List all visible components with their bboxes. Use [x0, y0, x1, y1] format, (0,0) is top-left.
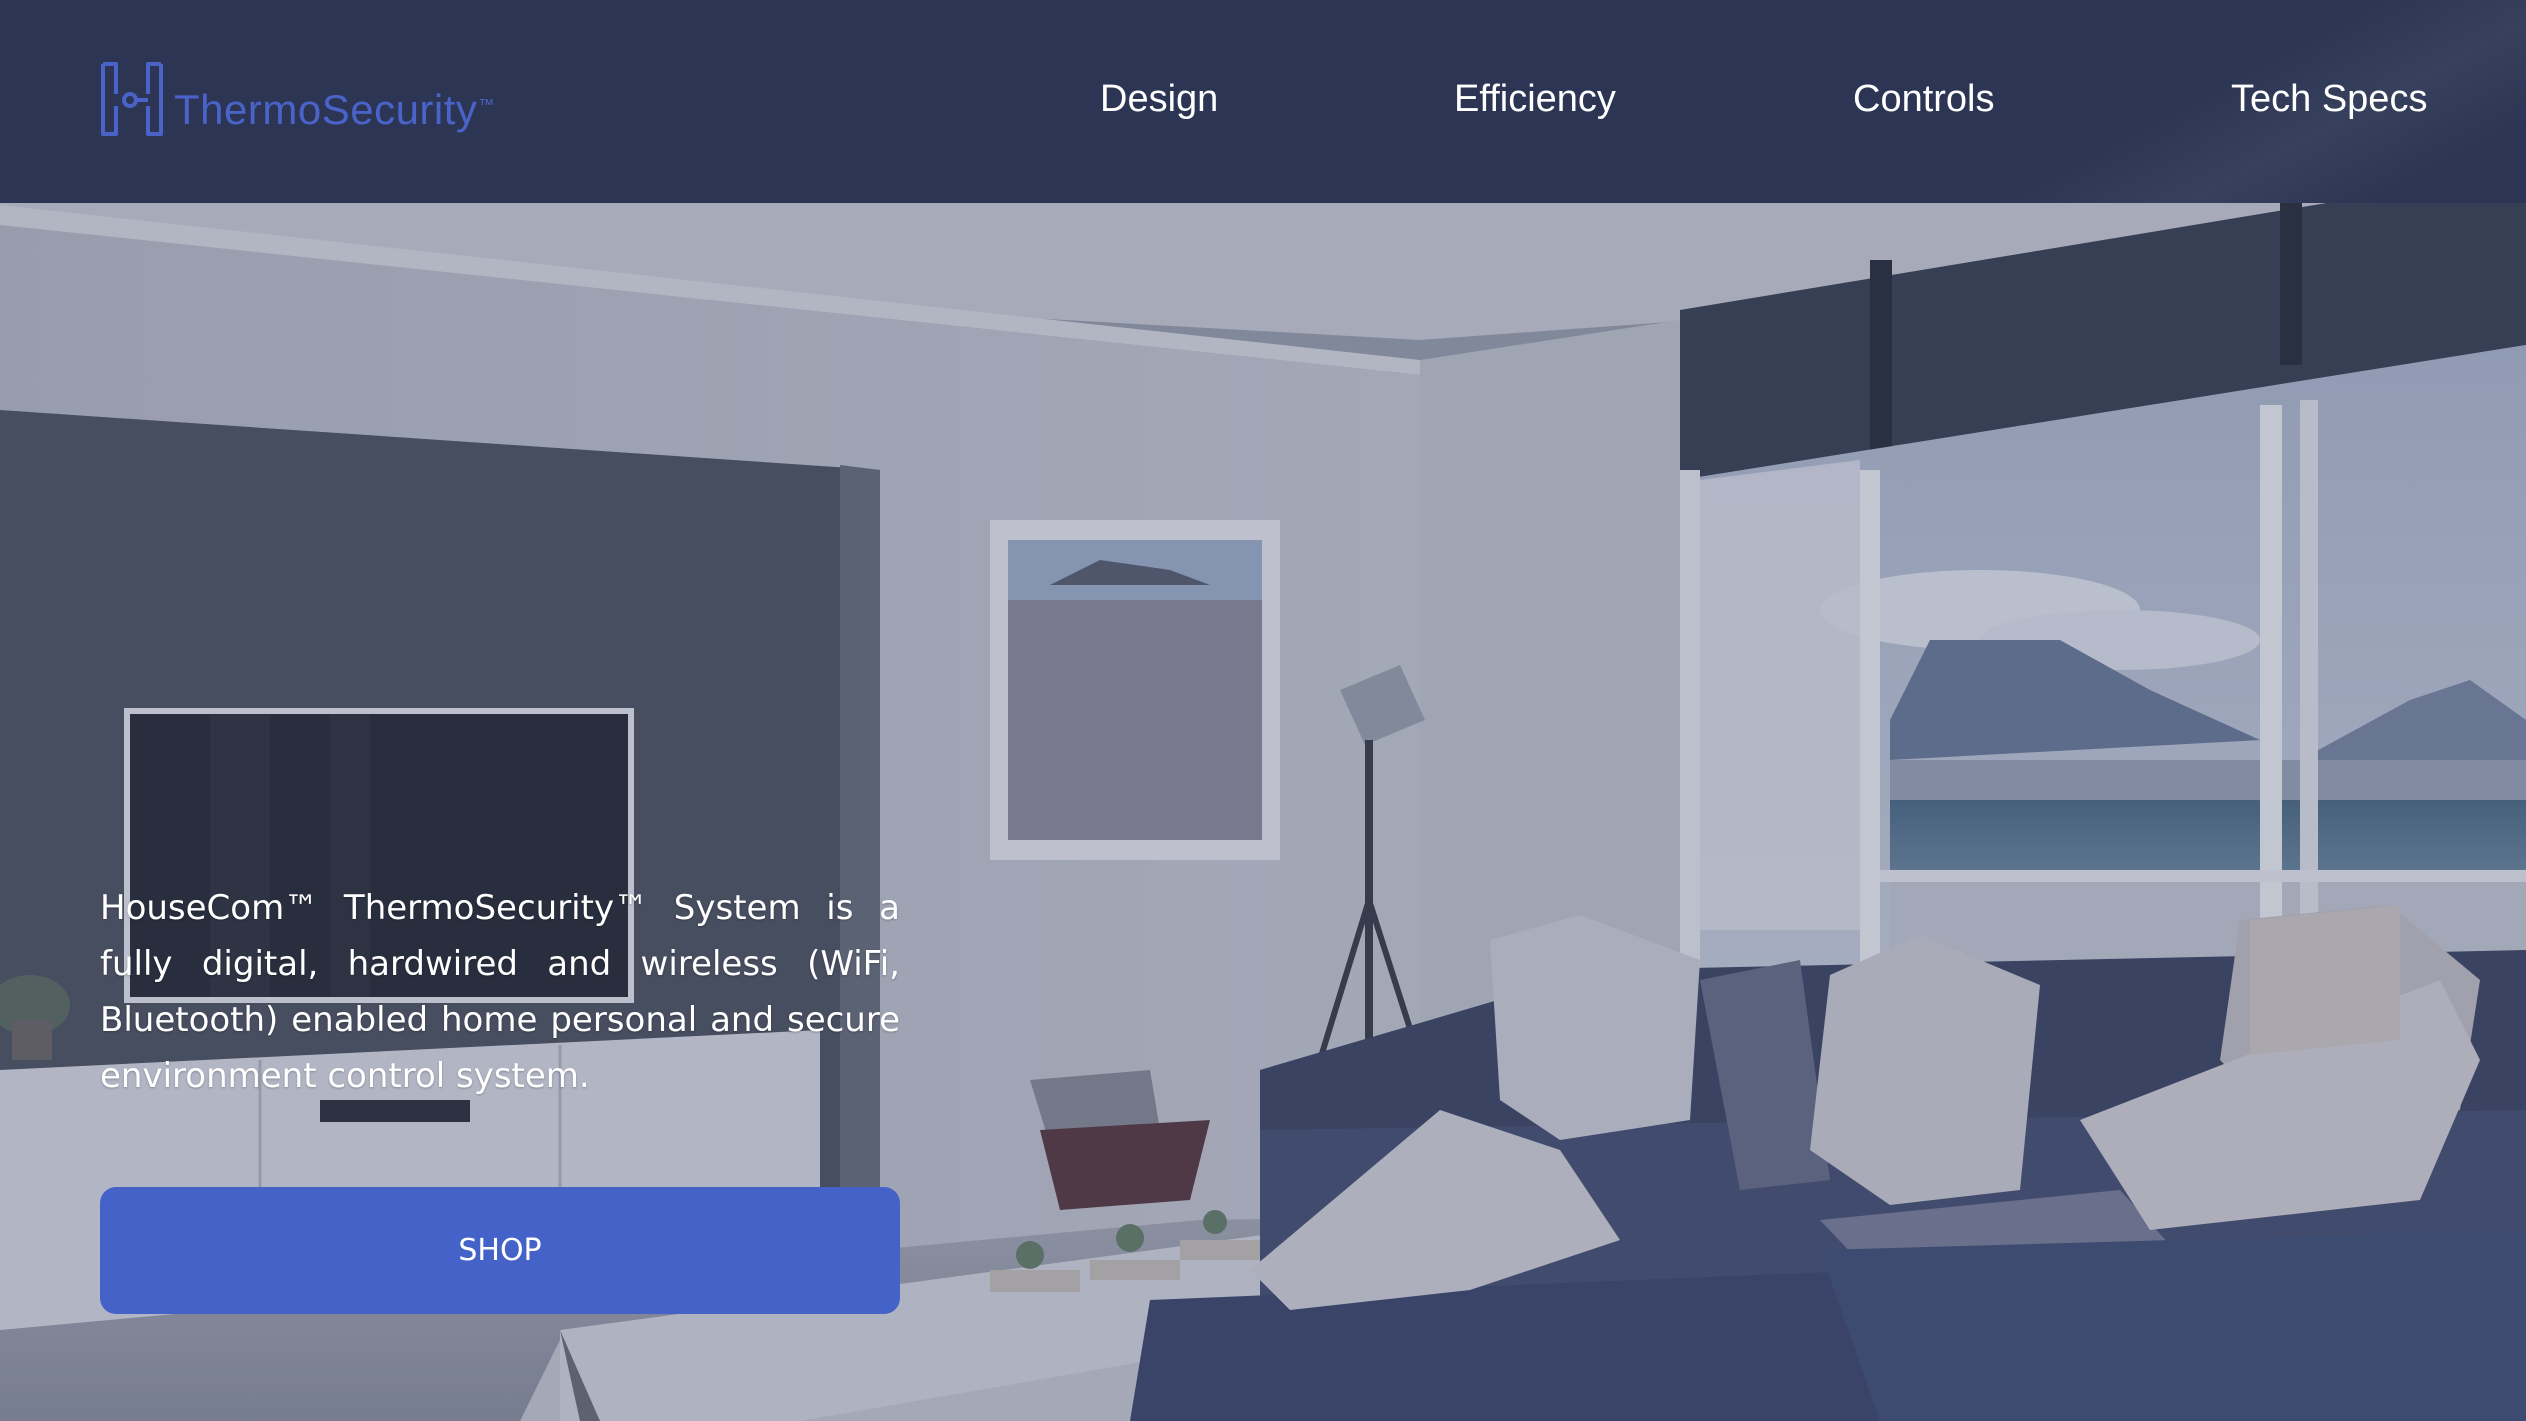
brand-name: ThermoSecurity™ [174, 86, 495, 133]
nav-item-efficiency[interactable]: Efficiency [1454, 78, 1616, 121]
nav-item-tech-specs[interactable]: Tech Specs [2231, 78, 2427, 121]
thermosecurity-logo-icon [101, 62, 163, 136]
brand-trademark: ™ [478, 97, 495, 114]
nav-item-design[interactable]: Design [1100, 78, 1218, 121]
top-navigation-bar: ThermoSecurity™ Design Efficiency Contro… [0, 0, 2526, 203]
header-decoration [1901, 0, 2526, 203]
nav-item-controls[interactable]: Controls [1853, 78, 1995, 121]
hero-description: HouseCom™ ThermoSecurity™ System is a fu… [100, 888, 900, 1096]
shop-button[interactable]: SHOP [100, 1187, 900, 1314]
landing-page: ThermoSecurity™ Design Efficiency Contro… [0, 0, 2526, 1421]
brand-logo[interactable]: ThermoSecurity™ [100, 58, 495, 138]
